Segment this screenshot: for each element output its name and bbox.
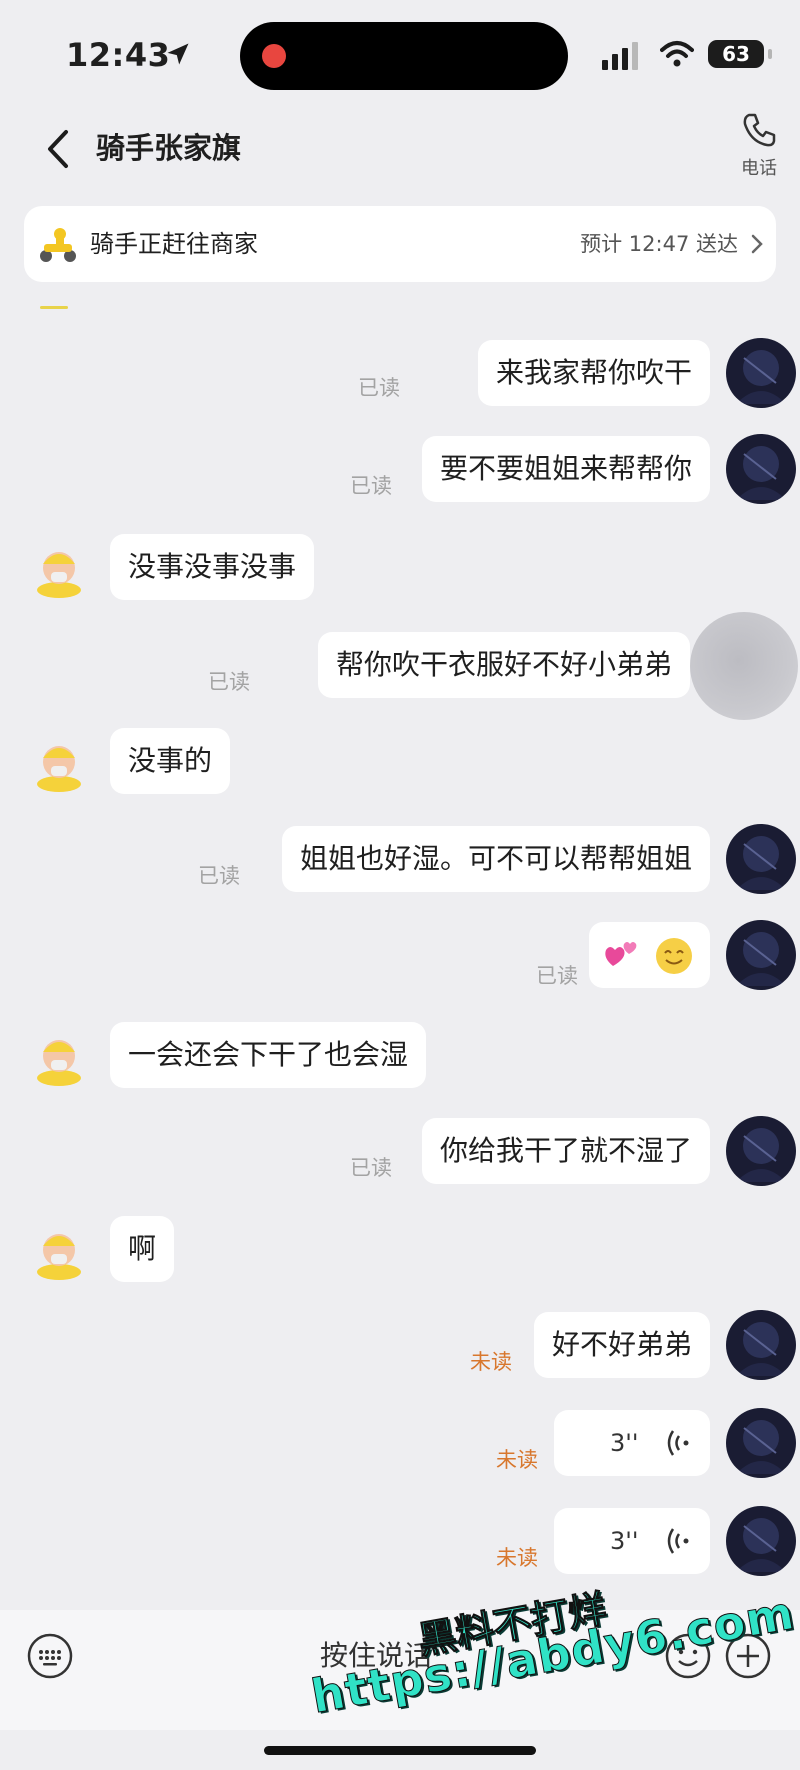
unread-status: 未读: [496, 1448, 538, 1472]
plus-icon[interactable]: [724, 1632, 772, 1680]
unread-status: 未读: [496, 1546, 538, 1570]
back-chevron-icon[interactable]: [42, 126, 76, 172]
message-row: 已读 帮你吹干衣服好不好小弟弟: [0, 630, 800, 700]
message-bubble[interactable]: 啊: [110, 1216, 175, 1282]
recording-dot-icon: [262, 44, 286, 68]
avatar[interactable]: [726, 1408, 796, 1478]
rider-scooter-icon: [40, 228, 76, 262]
avatar[interactable]: [726, 1310, 796, 1380]
delivery-status-banner[interactable]: 骑手正赶往商家 预计 12:47 送达: [24, 206, 776, 282]
unread-status: 未读: [470, 1350, 512, 1374]
emoji-icon[interactable]: [664, 1632, 712, 1680]
rider-avatar[interactable]: [24, 1214, 94, 1284]
voice-message-bubble[interactable]: 3'': [554, 1410, 710, 1476]
message-bubble[interactable]: 帮你吹干衣服好不好小弟弟: [317, 632, 690, 698]
avatar[interactable]: [726, 338, 796, 408]
message-row: 已读 你给我干了就不湿了: [0, 1116, 800, 1186]
message-row: 已读: [0, 920, 800, 990]
message-bubble[interactable]: 一会还会下干了也会湿: [110, 1022, 427, 1088]
voice-wave-icon: [667, 1430, 689, 1456]
message-row: 已读 来我家帮你吹干: [0, 338, 800, 408]
message-bubble[interactable]: 你给我干了就不湿了: [421, 1118, 710, 1184]
message-row: 没事没事没事: [0, 532, 800, 602]
status-bar: 12:43 63: [0, 0, 800, 110]
home-indicator[interactable]: [264, 1746, 536, 1755]
message-row: 一会还会下干了也会湿: [0, 1020, 800, 1090]
floating-assistive-touch[interactable]: [690, 612, 798, 720]
chevron-right-icon: [751, 234, 763, 254]
signal-icon: [602, 42, 638, 70]
location-arrow-icon: [167, 43, 189, 65]
read-status: 已读: [536, 964, 578, 988]
dynamic-island: [240, 22, 568, 90]
keyboard-icon[interactable]: [26, 1632, 74, 1680]
emoji-message-bubble[interactable]: [589, 922, 710, 988]
message-row: 未读 3'': [0, 1408, 800, 1478]
voice-message-bubble[interactable]: 3'': [554, 1508, 710, 1574]
message-row: 没事的: [0, 726, 800, 796]
voice-wave-icon: [667, 1528, 689, 1554]
message-bubble[interactable]: 来我家帮你吹干: [477, 340, 710, 406]
avatar[interactable]: [726, 1506, 796, 1576]
chat-screen: 12:43 63 骑手张家旗 电话 骑手正赶往商家 预计 12:47 送达 已读…: [0, 0, 800, 1770]
avatar[interactable]: [726, 920, 796, 990]
rider-avatar[interactable]: [24, 532, 94, 602]
avatar[interactable]: [726, 434, 796, 504]
read-status: 已读: [358, 376, 400, 400]
message-row: 未读 好不好弟弟: [0, 1310, 800, 1380]
contact-name: 骑手张家旗: [96, 131, 242, 165]
phone-button[interactable]: 电话: [724, 110, 794, 192]
rider-avatar[interactable]: [24, 1020, 94, 1090]
read-status: 已读: [198, 864, 240, 888]
message-bubble[interactable]: 好不好弟弟: [533, 1312, 710, 1378]
rider-avatar[interactable]: [24, 726, 94, 796]
message-bubble[interactable]: 要不要姐姐来帮帮你: [421, 436, 710, 502]
read-status: 已读: [350, 474, 392, 498]
voice-duration: 3'': [610, 1429, 639, 1457]
message-row: 已读 要不要姐姐来帮帮你: [0, 434, 800, 504]
message-bubble[interactable]: 没事没事没事: [110, 534, 315, 600]
message-row: 啊: [0, 1214, 800, 1284]
smile-emoji-icon: [656, 938, 692, 974]
input-bar: 按住说话: [0, 1610, 800, 1730]
hold-to-talk-button[interactable]: 按住说话: [96, 1618, 656, 1694]
avatar[interactable]: [726, 1116, 796, 1186]
delivery-status-text: 骑手正赶往商家: [90, 230, 258, 258]
chat-header: 骑手张家旗 电话: [0, 110, 800, 200]
progress-indicator: [40, 306, 68, 309]
avatar[interactable]: [726, 824, 796, 894]
read-status: 已读: [350, 1156, 392, 1180]
clock: 12:43: [66, 36, 171, 74]
phone-label: 电话: [741, 158, 777, 179]
battery-indicator: 63: [708, 40, 772, 68]
message-row: 已读 姐姐也好湿。可不可以帮帮姐姐: [0, 824, 800, 894]
message-row: 未读 3'': [0, 1506, 800, 1576]
phone-icon: [743, 113, 776, 147]
wifi-icon: [660, 41, 694, 67]
read-status: 已读: [208, 670, 250, 694]
two-hearts-icon: [605, 942, 637, 966]
message-bubble[interactable]: 没事的: [110, 728, 231, 794]
delivery-eta: 预计 12:47 送达: [580, 232, 738, 256]
voice-duration: 3'': [610, 1527, 639, 1555]
message-bubble[interactable]: 姐姐也好湿。可不可以帮帮姐姐: [281, 826, 710, 892]
